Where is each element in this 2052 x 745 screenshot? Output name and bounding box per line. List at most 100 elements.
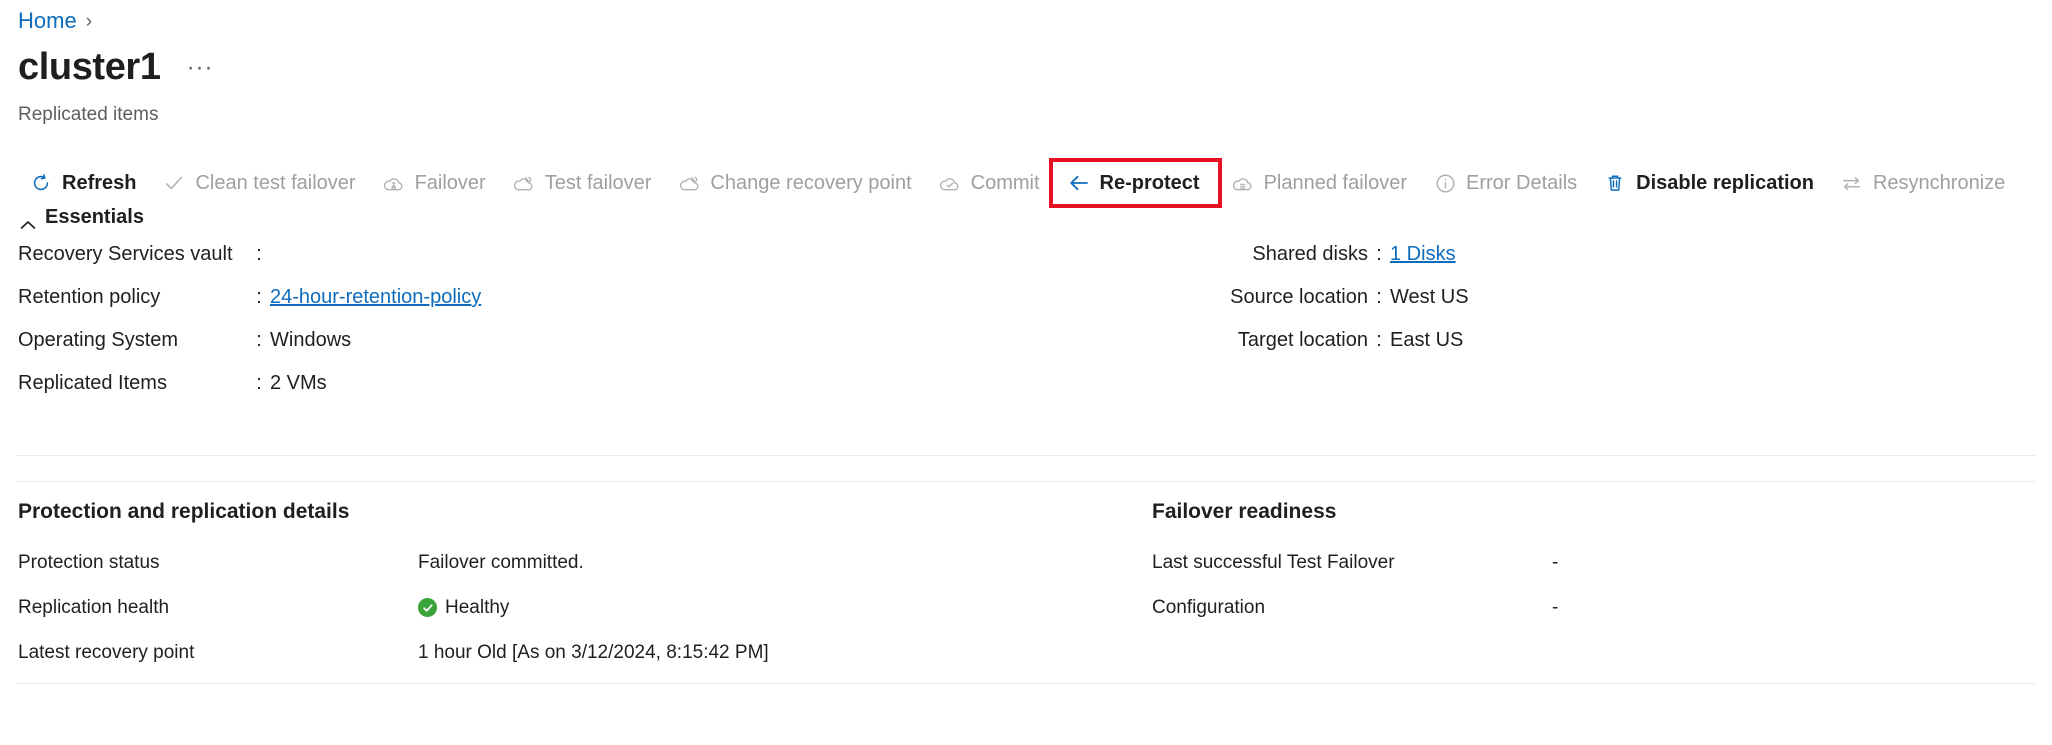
command-wrap-commit: Commit	[925, 162, 1053, 204]
error-details-button[interactable]: Error Details	[1420, 162, 1590, 204]
essentials-row-shared-disks: Shared disks : 1 Disks	[1178, 243, 2018, 286]
refresh-button[interactable]: Refresh	[16, 162, 149, 204]
failover-button[interactable]: Failover	[369, 162, 499, 204]
essentials-colon: :	[1376, 286, 1382, 308]
essentials-label-recovery-services-vault: Recovery Services vault	[18, 243, 233, 265]
trash-icon	[1603, 171, 1627, 195]
essentials-colon: :	[256, 329, 262, 351]
essentials-colon: :	[1376, 329, 1382, 351]
replicated-items-page: Home › cluster1 ··· Replicated items Ref…	[0, 0, 2052, 745]
detail-row-protection-status: Protection status Failover committed.	[18, 540, 1118, 585]
command-wrap-re-protect: Re-protect	[1048, 158, 1222, 208]
detail-value-protection-status: Failover committed.	[418, 551, 584, 573]
command-wrap-failover: Failover	[369, 162, 499, 204]
clean-test-failover-button[interactable]: Clean test failover	[149, 162, 368, 204]
page-title: cluster1	[18, 46, 161, 88]
cloud-test-failover-icon	[512, 171, 536, 195]
detail-row-replication-health: Replication health Healthy	[18, 585, 1118, 630]
change-recovery-point-button[interactable]: Change recovery point	[664, 162, 924, 204]
essentials-value-source-location: West US	[1390, 286, 1469, 308]
essentials-label-replicated-items: Replicated Items	[18, 372, 167, 394]
command-wrap-error-details: Error Details	[1420, 162, 1590, 204]
detail-label-protection-status: Protection status	[18, 551, 160, 573]
detail-label-configuration: Configuration	[1152, 596, 1266, 618]
info-circle-icon	[1433, 171, 1457, 195]
health-check-icon	[418, 598, 437, 617]
essentials-row-target-location: Target location : East US	[1178, 329, 2018, 372]
detail-value-last-successful-test-failover: -	[1552, 551, 1559, 573]
essentials-row-replicated-items: Replicated Items : 2 VMs	[18, 372, 1158, 415]
page-subtitle: Replicated items	[18, 104, 159, 125]
essentials-label: Essentials	[45, 206, 144, 228]
command-wrap-refresh: Refresh	[16, 162, 149, 204]
refresh-label: Refresh	[62, 171, 137, 194]
failover-label: Failover	[414, 171, 486, 194]
failover-readiness-section: Failover readiness Last successful Test …	[1152, 500, 2032, 630]
command-wrap-test-failover: Test failover	[499, 162, 665, 204]
planned-failover-label: Planned failover	[1263, 171, 1407, 194]
essentials-value-target-location: East US	[1390, 329, 1464, 351]
detail-label-latest-recovery-point: Latest recovery point	[18, 641, 195, 663]
command-bar: Refresh Clean test failover Failover Tes…	[16, 158, 2018, 208]
test-failover-button[interactable]: Test failover	[499, 162, 665, 204]
command-wrap-change-recovery-point: Change recovery point	[664, 162, 924, 204]
essentials-colon: :	[256, 286, 262, 308]
essentials-label-retention-policy: Retention policy	[18, 286, 161, 308]
cloud-planned-icon	[1231, 171, 1255, 195]
essentials-value-replicated-items: 2 VMs	[270, 372, 327, 394]
detail-label-last-successful-test-failover: Last successful Test Failover	[1152, 551, 1395, 573]
checkmark-icon	[162, 171, 186, 195]
title-row: cluster1 ···	[18, 48, 218, 86]
sync-arrows-icon	[1840, 171, 1864, 195]
protection-section-title: Protection and replication details	[18, 500, 350, 523]
essentials-grid: Recovery Services vault : Retention poli…	[18, 243, 2034, 415]
planned-failover-button[interactable]: Planned failover	[1218, 162, 1420, 204]
detail-value-configuration: -	[1552, 596, 1559, 618]
status-badge: Healthy	[445, 596, 510, 618]
commit-button[interactable]: Commit	[925, 162, 1053, 204]
error-details-label: Error Details	[1466, 171, 1578, 194]
essentials-right-column: Shared disks : 1 Disks Source location :…	[1158, 243, 2018, 415]
cloud-check-icon	[938, 171, 962, 195]
detail-value-latest-recovery-point: 1 hour Old [As on 3/12/2024, 8:15:42 PM]	[418, 641, 769, 663]
cloud-recovery-icon	[677, 171, 701, 195]
re-protect-button[interactable]: Re-protect	[1053, 162, 1218, 204]
detail-row-latest-recovery-point: Latest recovery point 1 hour Old [As on …	[18, 630, 1118, 675]
divider-section-bottom	[16, 683, 2036, 684]
command-wrap-planned-failover: Planned failover	[1218, 162, 1420, 204]
breadcrumb: Home ›	[18, 10, 92, 32]
essentials-value-retention-policy-link[interactable]: 24-hour-retention-policy	[270, 286, 481, 309]
command-wrap-clean-test-failover: Clean test failover	[149, 162, 368, 204]
essentials-value-operating-system: Windows	[270, 329, 352, 351]
essentials-value-shared-disks-link[interactable]: 1 Disks	[1390, 243, 1456, 266]
essentials-colon: :	[1376, 243, 1382, 265]
disable-replication-button[interactable]: Disable replication	[1590, 162, 1827, 204]
essentials-row-source-location: Source location : West US	[1178, 286, 2018, 329]
change-recovery-point-label: Change recovery point	[710, 171, 912, 194]
protection-replication-section: Protection and replication details Prote…	[18, 500, 1118, 675]
more-options-icon[interactable]: ···	[183, 56, 218, 86]
arrow-left-icon	[1067, 171, 1091, 195]
essentials-label-operating-system: Operating System	[18, 329, 179, 351]
command-wrap-disable-replication: Disable replication	[1590, 162, 1827, 204]
essentials-left-column: Recovery Services vault : Retention poli…	[18, 243, 1158, 415]
divider-essentials-bottom	[16, 455, 2036, 456]
refresh-icon	[29, 171, 53, 195]
detail-value-replication-health: Healthy	[418, 597, 509, 619]
essentials-toggle[interactable]: Essentials	[20, 206, 144, 229]
clean-test-failover-label: Clean test failover	[195, 171, 356, 194]
resynchronize-label: Resynchronize	[1872, 171, 2006, 194]
resynchronize-button[interactable]: Resynchronize	[1827, 162, 2018, 204]
breadcrumb-item-home[interactable]: Home	[18, 10, 77, 32]
divider-section-top	[16, 481, 2036, 482]
failover-readiness-title: Failover readiness	[1152, 500, 1337, 523]
command-wrap-resynchronize: Resynchronize	[1827, 162, 2018, 204]
essentials-label-target-location: Target location	[1237, 329, 1368, 351]
essentials-colon: :	[256, 243, 262, 265]
re-protect-label: Re-protect	[1099, 171, 1200, 194]
essentials-row-retention-policy: Retention policy : 24-hour-retention-pol…	[18, 286, 1158, 329]
chevron-right-icon: ›	[85, 10, 93, 32]
detail-row-configuration: Configuration -	[1152, 585, 2032, 630]
essentials-row-recovery-services-vault: Recovery Services vault :	[18, 243, 1158, 286]
disable-replication-label: Disable replication	[1636, 171, 1814, 194]
